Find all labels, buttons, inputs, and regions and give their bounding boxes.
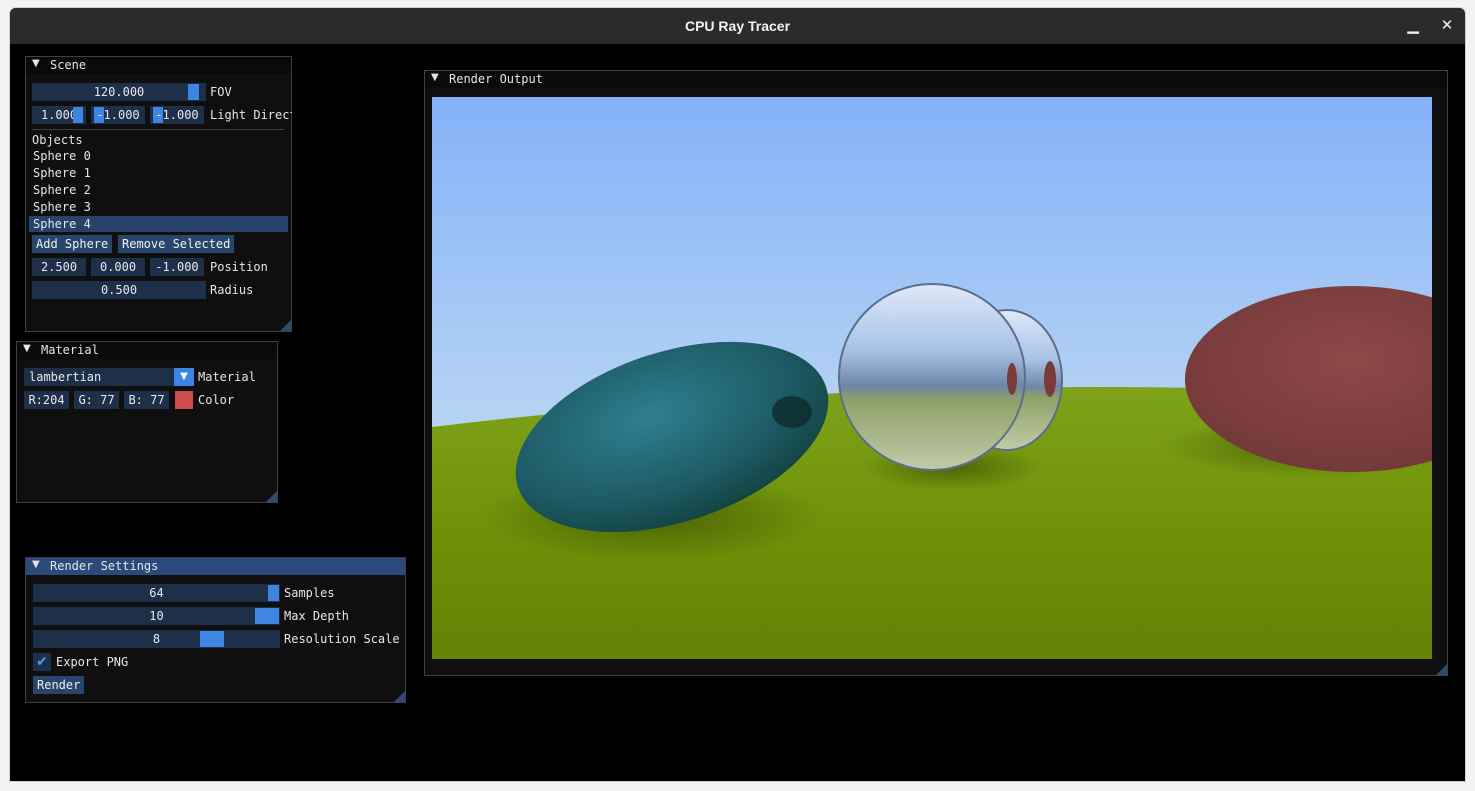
render-button[interactable]: Render xyxy=(33,676,85,694)
mirror-sphere xyxy=(838,283,1026,471)
remove-selected-button[interactable]: Remove Selected xyxy=(118,235,235,253)
color-b-field[interactable]: B: 77 xyxy=(124,391,169,409)
render-settings-panel: ▼ Render Settings 64 Samples 10 Max Dept… xyxy=(25,557,406,703)
light-direction-z-value: -1.000 xyxy=(155,108,199,122)
radius-field[interactable]: 0.500 xyxy=(32,281,206,299)
triangle-down-icon[interactable]: ▼ xyxy=(23,343,31,354)
app-window: CPU Ray Tracer ▁ ✕ ▼ Scene 120.000 FOV 1… xyxy=(10,8,1465,781)
radius-label: Radius xyxy=(210,283,254,297)
blue-sphere-reflection xyxy=(772,396,812,428)
light-direction-label: Light Direction xyxy=(210,108,292,122)
samples-slider-grab[interactable] xyxy=(268,585,279,601)
render-settings-panel-title: Render Settings xyxy=(50,559,159,573)
material-type-combo[interactable]: lambertian xyxy=(24,368,174,386)
material-type-label: Material xyxy=(198,370,256,384)
resolution-scale-value: 8 xyxy=(152,632,161,646)
samples-label: Samples xyxy=(284,586,335,600)
object-list-item[interactable]: Sphere 4 xyxy=(29,216,288,232)
objects-label: Objects xyxy=(32,133,83,147)
resolution-scale-slider[interactable]: 8 xyxy=(33,630,280,648)
material-panel-header[interactable]: ▼ Material xyxy=(17,342,277,359)
color-g-field[interactable]: G: 77 xyxy=(74,391,119,409)
add-sphere-button[interactable]: Add Sphere xyxy=(32,235,113,253)
color-swatch[interactable] xyxy=(175,391,193,409)
scene-resize-grip[interactable] xyxy=(280,320,291,331)
max-depth-value: 10 xyxy=(149,609,164,623)
color-r-field[interactable]: R:204 xyxy=(24,391,69,409)
triangle-down-icon[interactable]: ▼ xyxy=(32,559,40,570)
render-output-panel: ▼ Render Output xyxy=(424,70,1448,676)
mirror-sphere-back-reflection xyxy=(1044,361,1056,397)
checkmark-icon: ✔ xyxy=(36,654,48,670)
render-output-resize-grip[interactable] xyxy=(1436,664,1447,675)
scene-panel: ▼ Scene 120.000 FOV 1.000 -1.000 -1.000 … xyxy=(25,56,292,332)
material-panel-title: Material xyxy=(41,343,99,357)
scene-separator xyxy=(32,129,284,130)
triangle-down-icon[interactable]: ▼ xyxy=(32,58,40,69)
fov-slider-grab[interactable] xyxy=(188,84,199,100)
fov-label: FOV xyxy=(210,85,232,99)
max-depth-slider-grab[interactable] xyxy=(255,608,279,624)
window-titlebar[interactable]: CPU Ray Tracer ▁ ✕ xyxy=(10,8,1465,44)
max-depth-label: Max Depth xyxy=(284,609,350,623)
light-direction-x-value: 1.000 xyxy=(40,108,78,122)
light-direction-z[interactable]: -1.000 xyxy=(150,106,204,124)
rendered-image xyxy=(432,97,1432,659)
samples-value: 64 xyxy=(149,586,164,600)
triangle-down-icon[interactable]: ▼ xyxy=(431,72,439,83)
render-settings-panel-header[interactable]: ▼ Render Settings xyxy=(26,558,405,575)
object-list-item[interactable]: Sphere 0 xyxy=(29,148,288,164)
fov-slider[interactable]: 120.000 xyxy=(32,83,206,101)
position-z[interactable]: -1.000 xyxy=(150,258,204,276)
object-list-item[interactable]: Sphere 2 xyxy=(29,182,288,198)
material-resize-grip[interactable] xyxy=(266,491,277,502)
object-list-item[interactable]: Sphere 3 xyxy=(29,199,288,215)
light-direction-x[interactable]: 1.000 xyxy=(32,106,86,124)
window-title: CPU Ray Tracer xyxy=(684,18,791,34)
minimize-icon[interactable]: ▁ xyxy=(1402,14,1424,36)
render-output-panel-header[interactable]: ▼ Render Output xyxy=(425,71,1447,88)
light-direction-y[interactable]: -1.000 xyxy=(91,106,145,124)
light-direction-y-value: -1.000 xyxy=(96,108,140,122)
position-x[interactable]: 2.500 xyxy=(32,258,86,276)
material-type-value: lambertian xyxy=(29,370,102,384)
object-list-item[interactable]: Sphere 1 xyxy=(29,165,288,181)
samples-slider[interactable]: 64 xyxy=(33,584,280,602)
material-panel: ▼ Material lambertian ▼ Material R:204 G… xyxy=(16,341,278,503)
position-label: Position xyxy=(210,260,268,274)
scene-panel-header[interactable]: ▼ Scene xyxy=(26,57,291,74)
render-settings-resize-grip[interactable] xyxy=(394,691,405,702)
resolution-scale-label: Resolution Scale xyxy=(284,632,400,646)
render-output-panel-title: Render Output xyxy=(449,72,543,86)
mirror-sphere-reflection xyxy=(1007,363,1017,395)
position-y[interactable]: 0.000 xyxy=(91,258,145,276)
fov-value: 120.000 xyxy=(93,85,145,99)
resolution-scale-slider-grab[interactable] xyxy=(200,631,224,647)
close-icon[interactable]: ✕ xyxy=(1436,14,1458,36)
export-png-label: Export PNG xyxy=(56,655,129,669)
light-direction-x-grab[interactable] xyxy=(73,107,83,123)
color-label: Color xyxy=(198,393,235,407)
export-png-checkbox[interactable]: ✔ xyxy=(33,653,51,671)
chevron-down-icon[interactable]: ▼ xyxy=(174,368,194,386)
rendered-scene xyxy=(432,97,1432,659)
scene-panel-title: Scene xyxy=(50,58,87,72)
max-depth-slider[interactable]: 10 xyxy=(33,607,280,625)
